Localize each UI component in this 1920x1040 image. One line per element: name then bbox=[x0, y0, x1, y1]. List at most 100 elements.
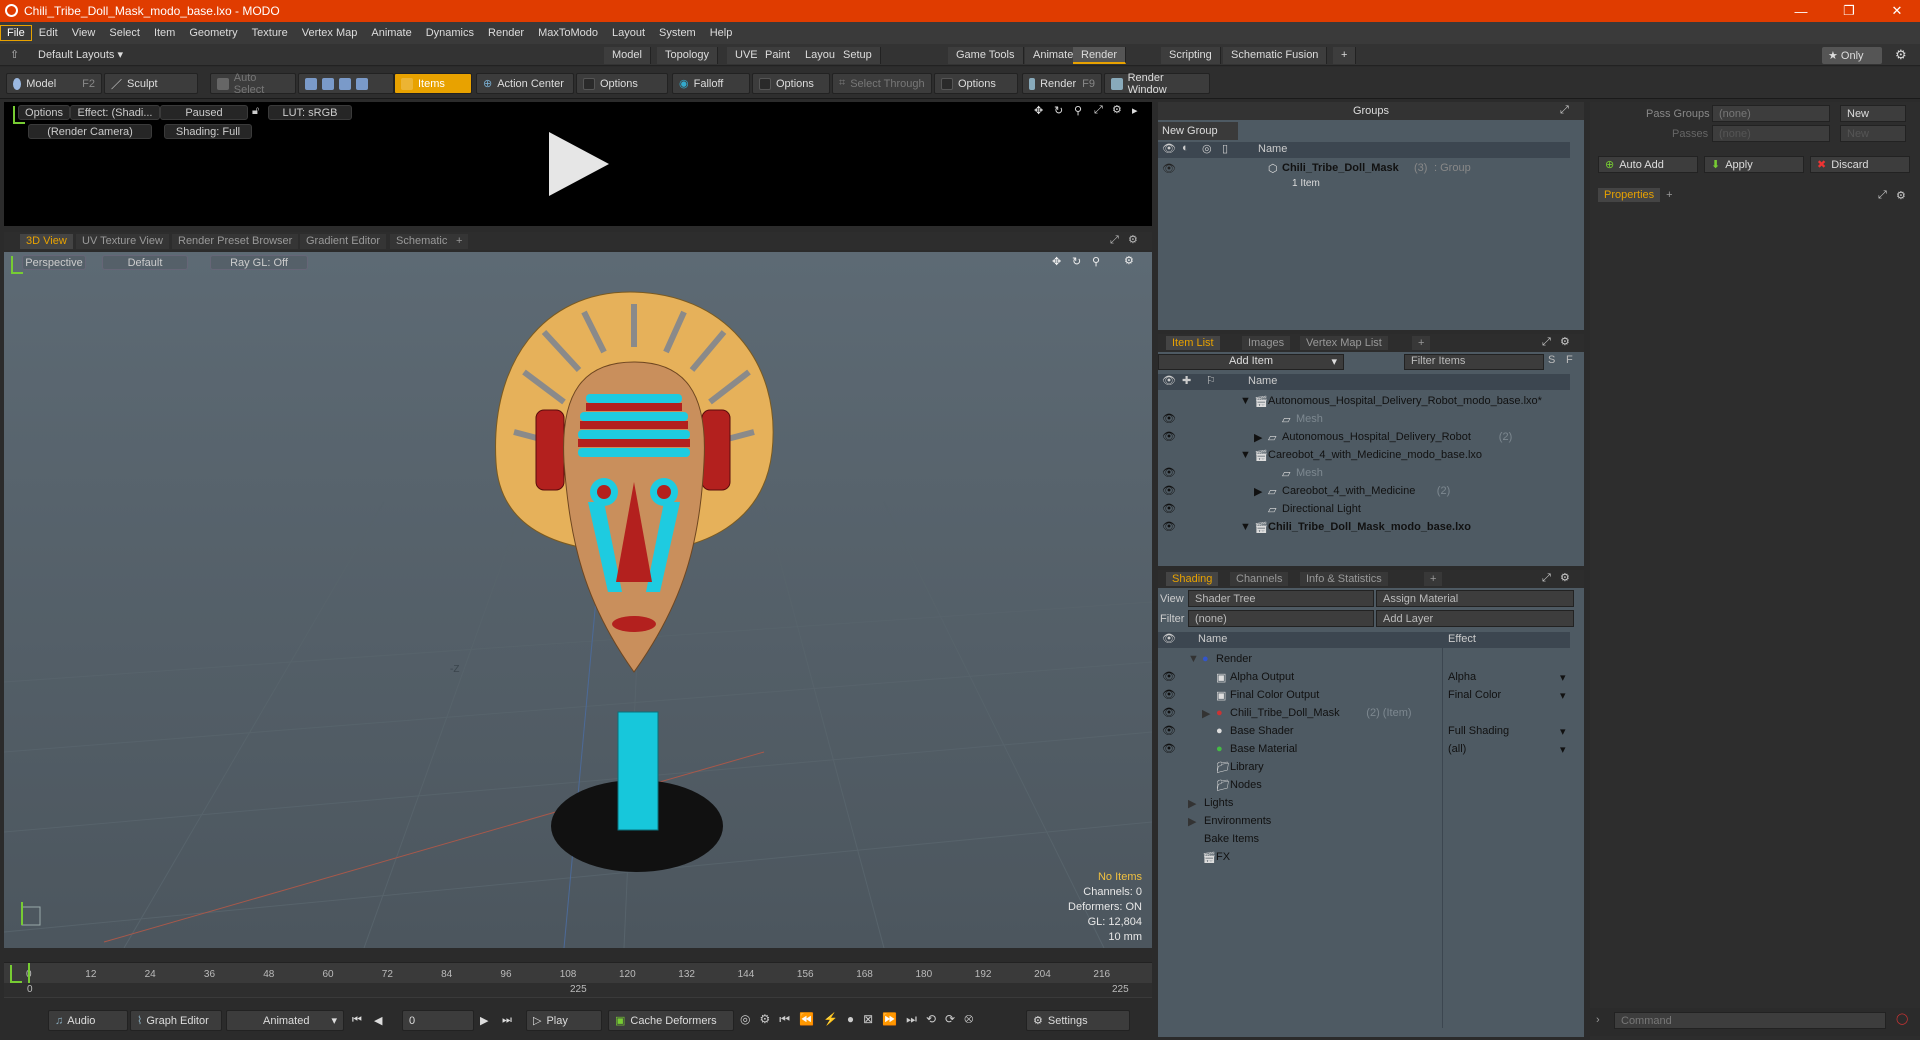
menu-item-maxtomodo[interactable]: MaxToModo bbox=[531, 27, 605, 39]
expand-arrow-icon[interactable]: ▶ bbox=[1188, 815, 1196, 828]
eye-icon[interactable]: 👁︎ bbox=[1162, 520, 1176, 534]
shader-tree-row[interactable]: ▶ Lights bbox=[1158, 794, 1570, 812]
menu-item-view[interactable]: View bbox=[65, 27, 103, 39]
shader-tree-row[interactable]: 👁︎ ● Base Material (all) ▾ bbox=[1158, 740, 1570, 758]
eye-icon[interactable]: 👁︎ bbox=[1162, 670, 1176, 684]
eye-icon[interactable]: 👁︎ bbox=[1162, 742, 1176, 756]
shader-tree-row[interactable]: 📁︎ Nodes bbox=[1158, 776, 1570, 794]
gear-icon[interactable]: ⚙ bbox=[1124, 254, 1134, 267]
auto-select-button[interactable]: Auto Select bbox=[210, 72, 296, 96]
timeline-ruler[interactable]: 0 12 24 36 48 60 72 84 96 108 120 132 144 156 168 180 19… bbox=[4, 962, 1152, 998]
expand-arrow-icon[interactable]: ▼ bbox=[1188, 653, 1199, 665]
menu-item-vertex-map[interactable]: Vertex Map bbox=[295, 27, 365, 39]
expand-arrow-icon[interactable]: ▼ bbox=[1240, 449, 1251, 461]
eye-icon[interactable]: 👁︎ bbox=[1162, 502, 1176, 516]
eye-icon[interactable]: 👁︎ bbox=[1162, 430, 1176, 444]
item-list-row[interactable]: 👁︎ ▶ ▱ Autonomous_Hospital_Delivery_Robot (2… bbox=[1158, 428, 1570, 446]
effect-value[interactable]: Full Shading bbox=[1448, 725, 1509, 737]
add-layer-dropdown[interactable]: Add Layer bbox=[1376, 610, 1574, 627]
play-render-icon[interactable] bbox=[549, 132, 609, 196]
polygon-mode-icon[interactable] bbox=[339, 77, 351, 90]
panel-tab-images[interactable]: Images bbox=[1242, 336, 1291, 350]
effect-value[interactable]: (all) bbox=[1448, 743, 1466, 755]
item-list-row[interactable]: 👁︎ ▱ Directional Light bbox=[1158, 500, 1570, 518]
gear-icon[interactable]: ⚙ bbox=[1896, 189, 1906, 202]
gear-icon[interactable]: ⚙ bbox=[1560, 571, 1570, 584]
item-list-row[interactable]: ▼ 🎬︎ Careobot_4_with_Medicine_modo_base.lx… bbox=[1158, 446, 1570, 464]
eye-icon[interactable]: 👁︎ bbox=[1162, 162, 1176, 175]
eye-icon[interactable]: 👁︎ bbox=[1162, 484, 1176, 498]
shader-tree-row[interactable]: ▼ ● Render bbox=[1158, 650, 1570, 668]
audio-button[interactable]: ♫ Audio bbox=[48, 1010, 128, 1031]
playhead[interactable] bbox=[28, 963, 30, 983]
move-icon[interactable]: ✥ bbox=[1034, 104, 1043, 117]
chevron-down-icon[interactable]: ▾ bbox=[1560, 671, 1566, 684]
material-mode-icon[interactable] bbox=[356, 77, 368, 90]
menu-item-item[interactable]: Item bbox=[147, 27, 182, 39]
lut-dropdown[interactable]: LUT: sRGB bbox=[268, 105, 352, 120]
panel-tab-channels[interactable]: Channels bbox=[1230, 572, 1289, 586]
falloff-button[interactable]: ◉ Falloff bbox=[672, 73, 750, 94]
arrow-right-icon[interactable]: ▸ bbox=[1132, 104, 1138, 117]
only-toggle[interactable]: ★ Only bbox=[1822, 47, 1882, 64]
render-window-button[interactable]: Render Window bbox=[1104, 72, 1210, 96]
menu-item-help[interactable]: Help bbox=[703, 27, 740, 39]
default-style-dropdown[interactable]: Default bbox=[102, 255, 188, 270]
lock-col-icon[interactable]: ◎ bbox=[1202, 142, 1212, 155]
render-toggle-icon[interactable]: ◐ bbox=[1182, 142, 1189, 154]
rotate-icon[interactable]: ↻ bbox=[1054, 104, 1063, 117]
render-options-button[interactable]: Options bbox=[18, 105, 70, 120]
jump-end-icon[interactable]: ⏭ bbox=[502, 1014, 512, 1027]
eye-icon[interactable]: 👁︎ bbox=[1162, 412, 1176, 426]
gear-icon[interactable]: ⚙ bbox=[1128, 233, 1138, 246]
eye-icon[interactable]: 👁︎ bbox=[1162, 142, 1176, 155]
shader-tree-row[interactable]: 📁︎ Library bbox=[1158, 758, 1570, 776]
filter-f-button[interactable]: F bbox=[1566, 354, 1573, 366]
eye-icon[interactable]: 👁︎ bbox=[1162, 374, 1176, 387]
animated-dropdown[interactable]: Animated ▾ bbox=[226, 1010, 344, 1031]
view-tab-3d-view[interactable]: 3D View bbox=[20, 234, 73, 249]
panel-tab-[interactable]: + bbox=[1412, 336, 1431, 350]
lock-icon[interactable]: ✚ bbox=[1182, 374, 1191, 387]
menu-item-file[interactable]: File bbox=[0, 25, 32, 41]
gear-icon[interactable]: ⚙ bbox=[1112, 103, 1122, 116]
eye-icon[interactable]: 👁︎ bbox=[1162, 632, 1176, 645]
zoom-icon[interactable]: ⚲ bbox=[1074, 104, 1082, 117]
maximize-panel-icon[interactable]: ⤢ bbox=[1542, 336, 1551, 349]
auto-add-button[interactable]: ⊕ Auto Add bbox=[1598, 156, 1698, 173]
layout-tab-game-tools[interactable]: Game Tools bbox=[948, 47, 1024, 64]
menu-item-layout[interactable]: Layout bbox=[605, 27, 652, 39]
prev-frame-icon[interactable]: ◀ bbox=[374, 1014, 382, 1027]
item-list-row[interactable]: 👁︎ ▱ Mesh bbox=[1158, 464, 1570, 482]
render-button[interactable]: Render F9 bbox=[1022, 73, 1102, 94]
edge-mode-icon[interactable] bbox=[322, 77, 334, 90]
items-mode-button[interactable]: Items bbox=[394, 73, 472, 94]
lock-icon[interactable]: 🔓︎ bbox=[252, 105, 259, 118]
new-pass-group-button[interactable]: New bbox=[1840, 105, 1906, 122]
menu-item-select[interactable]: Select bbox=[102, 27, 147, 39]
eye-icon[interactable]: 👁︎ bbox=[1162, 724, 1176, 738]
model-mode-button[interactable]: Model F2 bbox=[6, 73, 102, 94]
shader-tree-row[interactable]: 👁︎ ▣ Final Color Output Final Color ▾ bbox=[1158, 686, 1570, 704]
expand-arrow-icon[interactable]: ▶ bbox=[1254, 431, 1262, 444]
next-frame-icon[interactable]: ▶ bbox=[480, 1014, 488, 1027]
layout-tab-topology[interactable]: Topology bbox=[657, 47, 719, 64]
filter-items-input[interactable]: Filter Items bbox=[1404, 354, 1544, 370]
discard-button[interactable]: ✖ Discard bbox=[1810, 156, 1910, 173]
select-col-icon[interactable]: ▯ bbox=[1222, 142, 1228, 155]
layout-tab-paint[interactable]: Paint bbox=[757, 47, 800, 64]
layout-tab-scripting[interactable]: Scripting bbox=[1161, 47, 1221, 64]
menu-item-texture[interactable]: Texture bbox=[245, 27, 295, 39]
record-icon[interactable]: ◯ bbox=[1896, 1012, 1908, 1025]
layout-tab-schematic-fusion[interactable]: Schematic Fusion bbox=[1223, 47, 1328, 64]
shader-tree-row[interactable]: 👁︎ ▶ ● Chili_Tribe_Doll_Mask (2) (Item) bbox=[1158, 704, 1570, 722]
item-list-row[interactable]: 👁︎ ▶ ▱ Careobot_4_with_Medicine (2) bbox=[1158, 482, 1570, 500]
assign-material-dropdown[interactable]: Assign Material bbox=[1376, 590, 1574, 607]
maximize-view-icon[interactable]: ⤢ bbox=[1094, 104, 1103, 117]
menu-item-animate[interactable]: Animate bbox=[364, 27, 418, 39]
frame-input[interactable]: 0 bbox=[402, 1010, 474, 1031]
menu-item-dynamics[interactable]: Dynamics bbox=[419, 27, 481, 39]
view-tab-add[interactable]: + bbox=[450, 234, 469, 249]
pass-groups-dropdown[interactable]: (none) bbox=[1712, 105, 1830, 122]
view-tab-gradient-editor[interactable]: Gradient Editor bbox=[300, 234, 386, 249]
